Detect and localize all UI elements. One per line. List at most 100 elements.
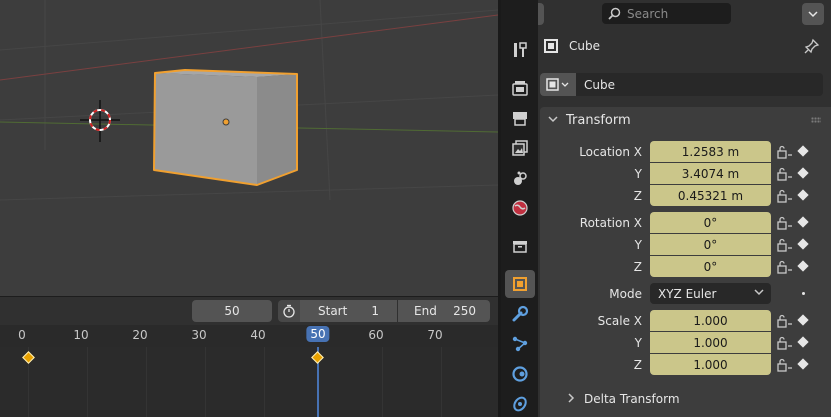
lock-icon[interactable] <box>777 216 793 230</box>
keyframe-icon[interactable] <box>797 336 809 348</box>
current-frame-indicator[interactable]: 50 <box>306 326 330 342</box>
delta-transform-subpanel-header[interactable]: Delta Transform <box>540 388 831 410</box>
scale-y-label: Y <box>634 336 642 350</box>
rotation-mode-value: XYZ Euler <box>658 286 717 301</box>
editor-type-button[interactable] <box>538 3 544 25</box>
lock-icon[interactable] <box>777 145 793 159</box>
view-layer-icon[interactable] <box>505 134 535 162</box>
delta-transform-title: Delta Transform <box>584 392 680 406</box>
grid-line <box>87 347 88 417</box>
scale-y-field[interactable]: 1.000 <box>650 332 771 353</box>
world-icon[interactable] <box>505 194 535 222</box>
lock-icon[interactable] <box>777 167 793 181</box>
timeline-editor[interactable]: 50 Start 1 End 250 0 10 20 30 40 50 60 7… <box>0 296 498 417</box>
scale-y-row: Y 1.000 <box>540 332 831 354</box>
properties-editor: Cube Cube Transform Location X 1.2583 m … <box>538 0 831 417</box>
collection-icon[interactable] <box>505 232 535 260</box>
scale-x-field[interactable]: 1.000 <box>650 310 771 331</box>
editor-type-icon <box>538 7 540 21</box>
scale-z-field[interactable]: 1.000 <box>650 354 771 375</box>
viewport-canvas[interactable] <box>0 0 498 296</box>
scale-z-row: Z 1.000 <box>540 354 831 376</box>
chevron-down-icon <box>548 114 558 127</box>
particles-icon[interactable] <box>505 330 535 358</box>
header-menu-button[interactable] <box>802 3 824 25</box>
rotation-y-label: Y <box>634 238 642 252</box>
scene-icon[interactable] <box>505 164 535 192</box>
rotation-mode-label: Mode <box>609 287 642 301</box>
tool-icon[interactable] <box>505 36 535 64</box>
render-icon[interactable] <box>505 74 535 102</box>
grid-line <box>264 347 265 417</box>
rotation-mode-select[interactable]: XYZ Euler <box>650 283 771 304</box>
lock-icon[interactable] <box>777 314 793 328</box>
transform-panel-title: Transform <box>566 112 631 128</box>
x-axis-line <box>0 14 498 81</box>
cube-object[interactable] <box>153 69 298 186</box>
location-z-field[interactable]: 0.45321 m <box>650 185 771 206</box>
pin-icon[interactable] <box>804 38 820 54</box>
constraints-icon[interactable] <box>505 390 535 417</box>
location-z-row: Z 0.45321 m <box>540 185 831 207</box>
output-icon[interactable] <box>505 104 535 132</box>
search-field[interactable] <box>602 3 731 24</box>
chevron-down-icon <box>808 11 818 18</box>
keyframe-icon[interactable] <box>797 189 809 201</box>
rotation-z-row: Z 0° <box>540 256 831 278</box>
ruler-tick: 60 <box>368 328 384 342</box>
frame-end-field[interactable]: End 250 <box>398 300 490 322</box>
keyframe-track[interactable] <box>0 347 498 417</box>
frame-end-label: End <box>414 304 437 318</box>
rotation-y-field[interactable]: 0° <box>650 234 771 255</box>
lock-icon[interactable] <box>777 189 793 203</box>
lock-icon[interactable] <box>777 358 793 372</box>
properties-header <box>538 0 831 28</box>
decorator-dot-icon[interactable] <box>802 292 805 295</box>
search-icon <box>608 7 621 20</box>
object-datablock-field[interactable]: Cube <box>540 73 823 96</box>
location-x-row: Location X 1.2583 m <box>540 141 831 163</box>
grid-line <box>146 347 147 417</box>
chevron-right-icon <box>566 392 576 406</box>
drag-grip-icon[interactable] <box>811 117 821 123</box>
transform-panel: Transform Location X 1.2583 m Y 3.4074 m… <box>540 107 831 417</box>
datablock-browse-button[interactable] <box>540 73 576 96</box>
stopwatch-icon[interactable] <box>278 300 300 322</box>
keyframe-icon[interactable] <box>797 358 809 370</box>
rotation-x-field[interactable]: 0° <box>650 212 771 233</box>
lock-icon[interactable] <box>777 238 793 252</box>
3d-cursor-icon <box>80 100 120 142</box>
location-z-label: Z <box>633 189 642 203</box>
frame-start-label: Start <box>318 304 348 318</box>
object-browse-icon <box>546 77 569 91</box>
keyframe-icon[interactable] <box>797 145 809 157</box>
transform-panel-header[interactable]: Transform <box>540 107 831 133</box>
lock-icon[interactable] <box>777 260 793 274</box>
current-frame-field[interactable]: 50 <box>192 300 272 322</box>
frame-ruler[interactable]: 0 10 20 30 40 50 60 70 <box>0 325 498 347</box>
keyframe-icon[interactable] <box>797 216 809 228</box>
rotation-z-field[interactable]: 0° <box>650 256 771 277</box>
keyframe-icon[interactable] <box>797 238 809 250</box>
location-x-field[interactable]: 1.2583 m <box>650 141 771 162</box>
lock-icon[interactable] <box>777 336 793 350</box>
rotation-x-label: Rotation X <box>579 216 642 230</box>
location-y-field[interactable]: 3.4074 m <box>650 163 771 184</box>
frame-start-value: 1 <box>371 304 379 318</box>
object-icon <box>544 39 558 53</box>
scale-x-row: Scale X 1.000 <box>540 310 831 332</box>
keyframe-icon[interactable] <box>797 260 809 272</box>
keyframe-icon[interactable] <box>797 167 809 179</box>
rotation-y-row: Y 0° <box>540 234 831 256</box>
search-input[interactable] <box>627 6 727 21</box>
3d-viewport[interactable] <box>0 0 498 296</box>
frame-start-field[interactable]: Start 1 <box>300 300 397 322</box>
ruler-tick: 0 <box>18 328 26 342</box>
object-context-row: Cube <box>538 32 831 60</box>
timeline-header: 50 Start 1 End 250 <box>0 297 498 325</box>
modifier-icon[interactable] <box>505 300 535 328</box>
object-name-input[interactable]: Cube <box>584 78 615 92</box>
keyframe-icon[interactable] <box>797 314 809 326</box>
physics-icon[interactable] <box>505 360 535 388</box>
object-icon[interactable] <box>505 270 535 298</box>
